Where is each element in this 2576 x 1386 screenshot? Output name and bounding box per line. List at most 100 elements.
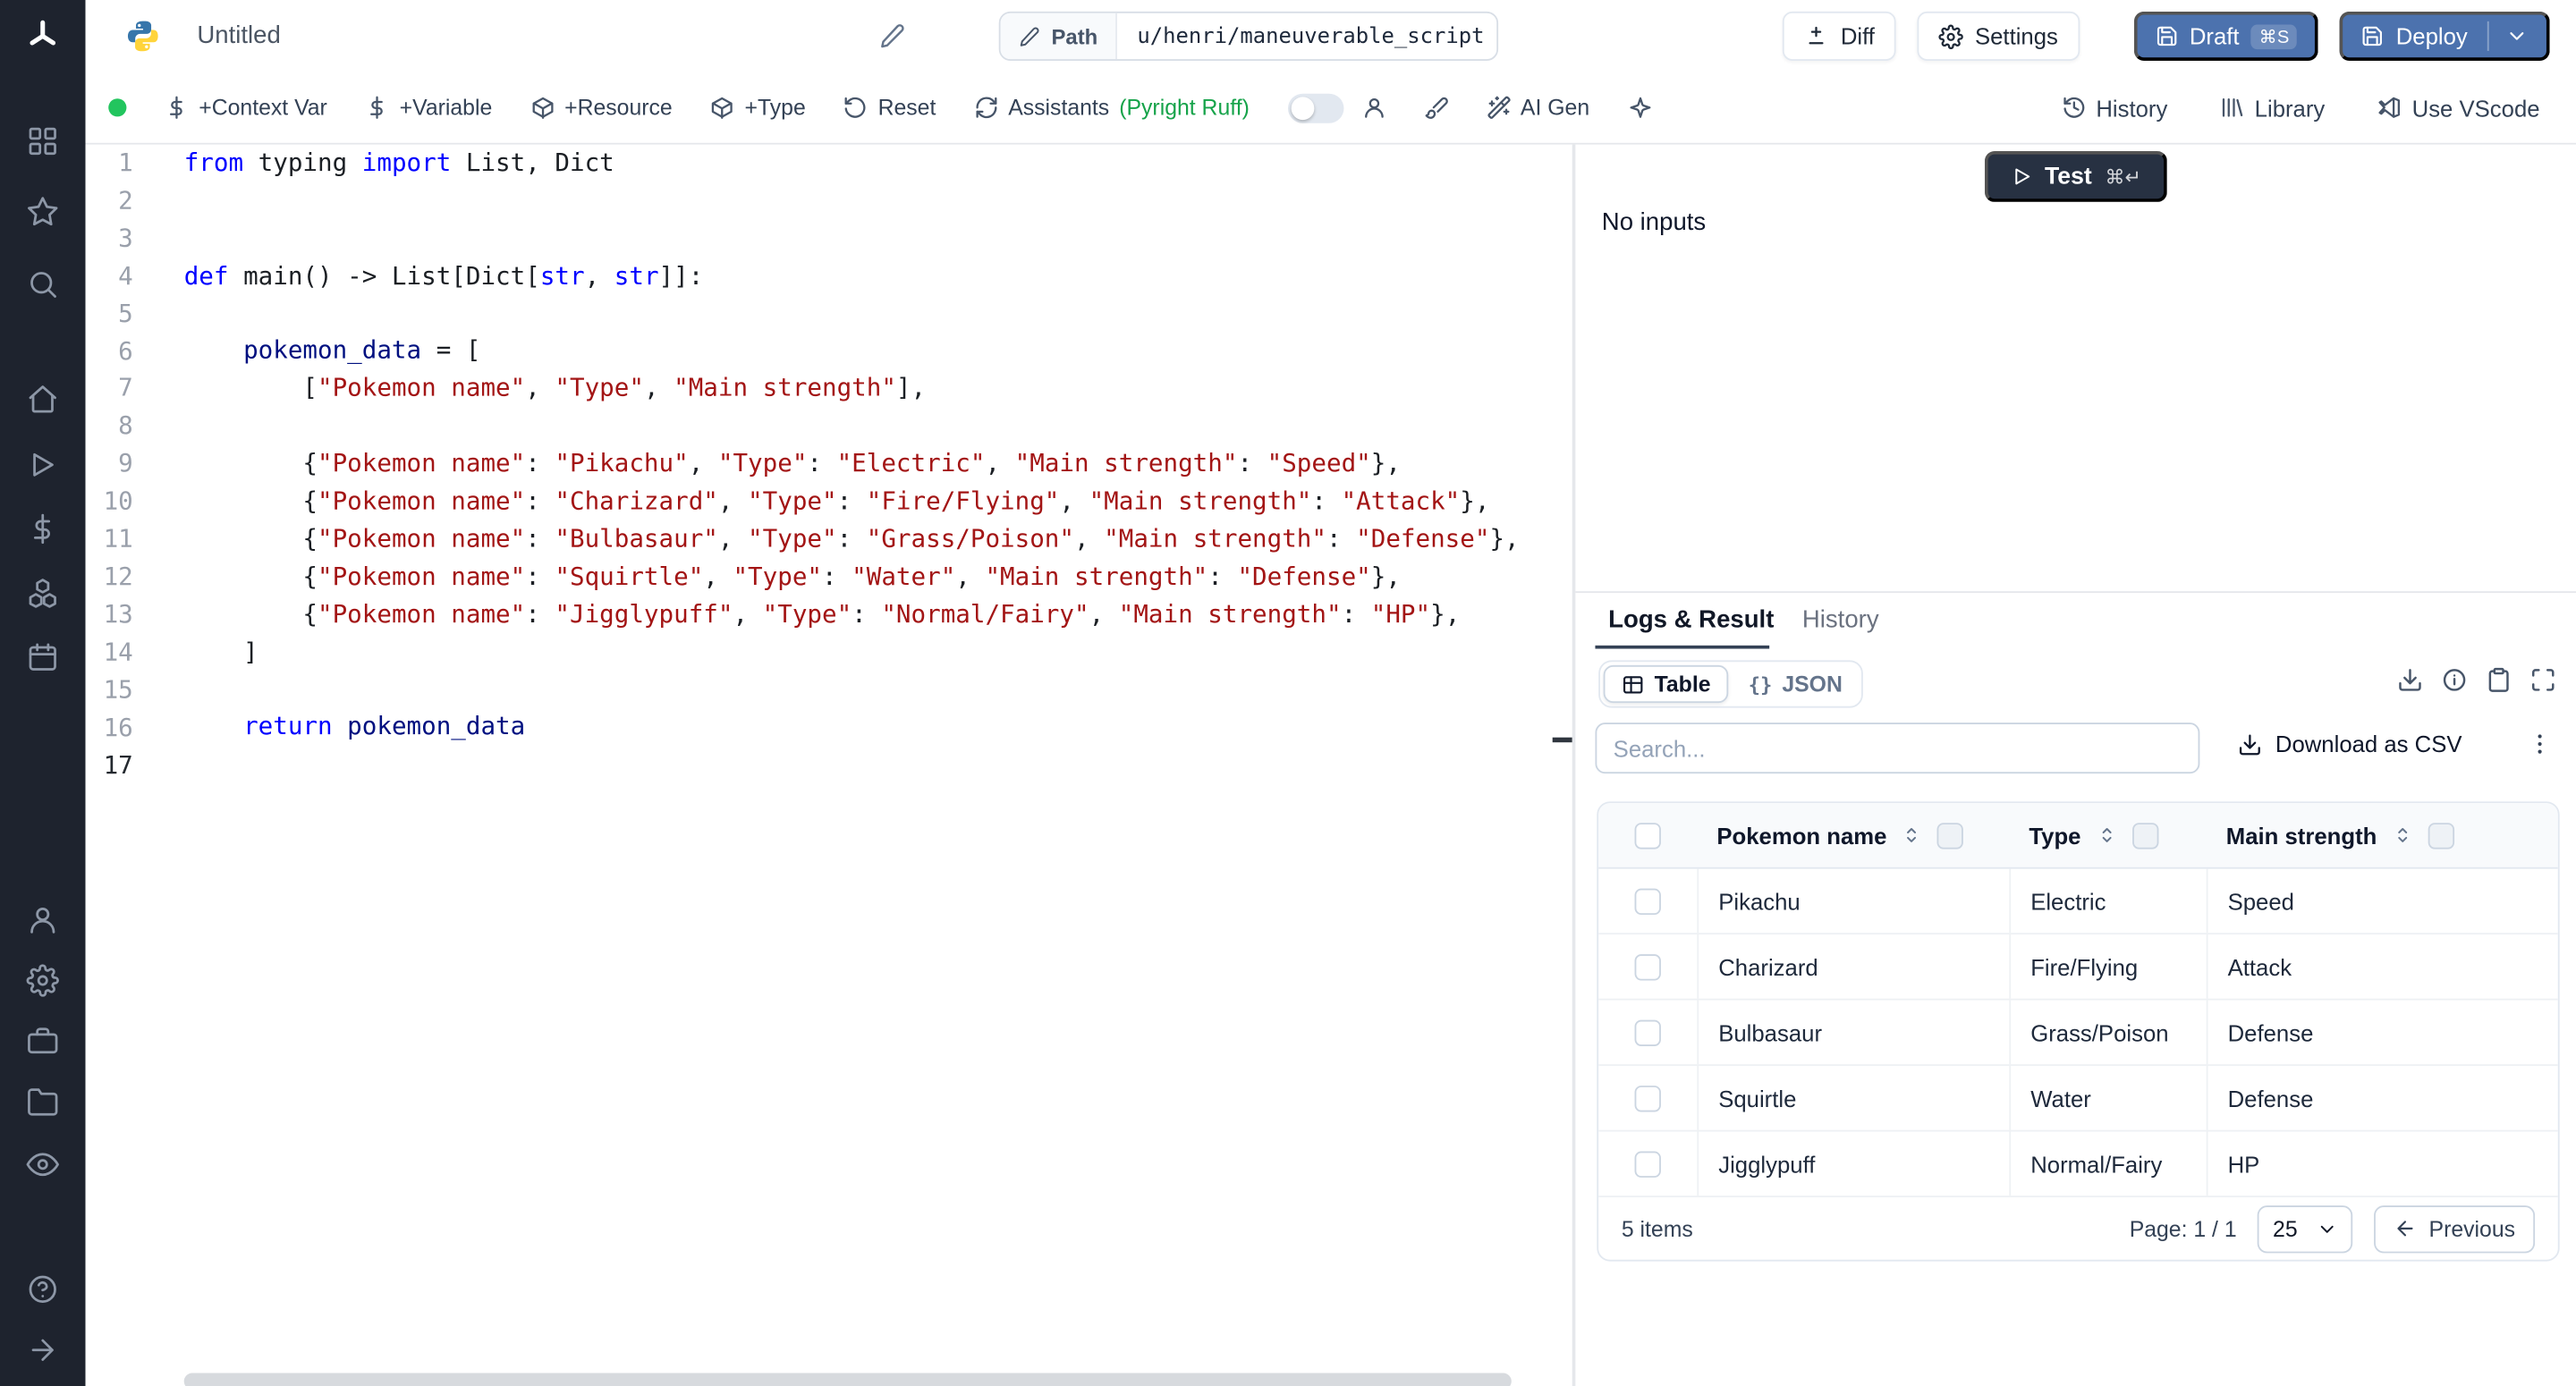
page-size-select[interactable]: 25: [2258, 1204, 2354, 1252]
tab-logs-result[interactable]: Logs & Result: [1608, 606, 1774, 634]
settings-gear-icon[interactable]: [26, 964, 59, 997]
code-line[interactable]: ]: [184, 633, 1572, 671]
editor-horizontal-scrollbar[interactable]: [184, 1373, 1512, 1386]
assistants-button[interactable]: Assistants (Pyright Ruff): [974, 96, 1250, 121]
table-row[interactable]: CharizardFire/FlyingAttack: [1598, 934, 2558, 1000]
row-checkbox[interactable]: [1635, 1085, 1661, 1111]
path-field[interactable]: Path u/henri/maneuverable_script: [999, 12, 1498, 61]
code-line[interactable]: [184, 671, 1572, 708]
row-checkbox[interactable]: [1635, 888, 1661, 914]
select-all-checkbox[interactable]: [1635, 822, 1661, 848]
deploy-button[interactable]: Deploy: [2340, 12, 2549, 61]
runs-play-icon[interactable]: [26, 448, 59, 481]
folders-icon[interactable]: [26, 1086, 59, 1119]
left-sidebar: [0, 0, 86, 1386]
multiplayer-user-icon[interactable]: [1361, 96, 1386, 121]
info-icon[interactable]: [2441, 667, 2467, 693]
column-header-type[interactable]: Type: [2009, 822, 2206, 848]
library-button[interactable]: Library: [2220, 95, 2325, 121]
table-row[interactable]: SquirtleWaterDefense: [1598, 1066, 2558, 1131]
sparkles-icon[interactable]: [1627, 96, 1652, 121]
clipboard-copy-icon[interactable]: [2486, 667, 2512, 693]
edit-summary-pencil-icon[interactable]: [879, 23, 905, 49]
tab-history[interactable]: History: [1802, 606, 1879, 634]
table-row[interactable]: PikachuElectricSpeed: [1598, 869, 2558, 934]
search-icon[interactable]: [26, 267, 59, 300]
expand-arrow-icon[interactable]: [26, 1333, 59, 1366]
add-resource-button[interactable]: +Resource: [530, 96, 673, 121]
table-cell: Electric: [2009, 869, 2206, 934]
expand-icon[interactable]: [2530, 667, 2556, 693]
code-line[interactable]: [184, 408, 1572, 445]
code-line[interactable]: [184, 182, 1572, 220]
code-line[interactable]: {"Pokemon name": "Squirtle", "Type": "Wa…: [184, 558, 1572, 596]
add-variable-button[interactable]: +Variable: [365, 96, 492, 121]
view-table-segment[interactable]: Table: [1604, 665, 1729, 703]
add-type-button[interactable]: +Type: [710, 96, 806, 121]
add-context-var-button[interactable]: +Context Var: [165, 96, 327, 121]
sort-icon[interactable]: [1902, 824, 1923, 846]
reset-button[interactable]: Reset: [843, 96, 936, 121]
column-header-main-strength[interactable]: Main strength: [2207, 822, 2558, 848]
apps-grid-icon[interactable]: [26, 125, 59, 158]
path-value[interactable]: u/henri/maneuverable_script: [1117, 13, 1498, 59]
braces-icon: {}: [1749, 672, 1773, 696]
settings-button[interactable]: Settings: [1918, 12, 2080, 61]
column-filter-checkbox[interactable]: [2428, 822, 2453, 848]
use-vscode-button[interactable]: Use VScode: [2377, 95, 2540, 121]
resources-boxes-icon[interactable]: [26, 577, 59, 610]
code-editor[interactable]: 1234567891011121314151617 from typing im…: [86, 145, 1572, 1386]
code-line[interactable]: {"Pokemon name": "Bulbasaur", "Type": "G…: [184, 520, 1572, 558]
favorites-star-icon[interactable]: [26, 196, 59, 229]
kebab-menu-icon[interactable]: [2527, 731, 2553, 756]
download-csv-button[interactable]: Download as CSV: [2238, 731, 2462, 756]
ai-gen-button[interactable]: AI Gen: [1486, 96, 1589, 121]
history-label: History: [2096, 95, 2167, 121]
code-line[interactable]: ["Pokemon name", "Type", "Main strength"…: [184, 370, 1572, 408]
column-filter-checkbox[interactable]: [2131, 822, 2157, 848]
view-table-label: Table: [1655, 672, 1711, 697]
chevron-down-icon[interactable]: [2505, 25, 2529, 48]
code-line[interactable]: [184, 220, 1572, 258]
history-button[interactable]: History: [2062, 95, 2168, 121]
format-brush-icon[interactable]: [1424, 96, 1449, 121]
diff-button[interactable]: Diff: [1784, 12, 1896, 61]
view-json-segment[interactable]: {} JSON: [1732, 667, 1859, 702]
editor-code[interactable]: from typing import List, Dict def main() …: [184, 145, 1572, 784]
settings-gear-icon: [1939, 24, 1964, 49]
schedules-calendar-icon[interactable]: [26, 640, 59, 673]
column-filter-checkbox[interactable]: [1937, 822, 1963, 848]
audit-eye-icon[interactable]: [26, 1148, 59, 1181]
column-header-pokemon-name[interactable]: Pokemon name: [1697, 822, 2009, 848]
table-row[interactable]: BulbasaurGrass/PoisonDefense: [1598, 1001, 2558, 1066]
code-line[interactable]: {"Pokemon name": "Charizard", "Type": "F…: [184, 483, 1572, 520]
assistant-toggle[interactable]: [1287, 93, 1343, 123]
download-icon[interactable]: [2397, 667, 2423, 693]
row-checkbox[interactable]: [1635, 1019, 1661, 1045]
code-line[interactable]: from typing import List, Dict: [184, 145, 1572, 182]
user-icon[interactable]: [26, 903, 59, 936]
workers-briefcase-icon[interactable]: [26, 1025, 59, 1058]
draft-button[interactable]: Draft ⌘S: [2133, 12, 2318, 61]
splitter-handle[interactable]: [1553, 738, 1572, 743]
previous-page-button[interactable]: Previous: [2375, 1204, 2535, 1252]
code-line[interactable]: {"Pokemon name": "Pikachu", "Type": "Ele…: [184, 445, 1572, 483]
row-checkbox[interactable]: [1635, 1151, 1661, 1177]
test-button[interactable]: Test ⌘↵: [1984, 151, 2167, 202]
home-icon[interactable]: [26, 383, 59, 416]
help-icon[interactable]: [26, 1272, 59, 1306]
code-line[interactable]: [184, 746, 1572, 783]
windmill-logo-icon[interactable]: [25, 18, 61, 54]
sort-icon[interactable]: [2096, 824, 2117, 846]
variables-dollar-icon[interactable]: [26, 512, 59, 545]
code-line[interactable]: return pokemon_data: [184, 708, 1572, 746]
code-line[interactable]: [184, 295, 1572, 333]
code-line[interactable]: pokemon_data = [: [184, 333, 1572, 370]
search-input[interactable]: [1595, 723, 2199, 773]
code-line[interactable]: {"Pokemon name": "Jigglypuff", "Type": "…: [184, 596, 1572, 633]
sort-icon[interactable]: [2392, 824, 2413, 846]
code-line[interactable]: def main() -> List[Dict[str, str]]:: [184, 258, 1572, 295]
row-checkbox[interactable]: [1635, 953, 1661, 979]
column-label: Main strength: [2226, 822, 2377, 848]
table-row[interactable]: JigglypuffNormal/FairyHP: [1598, 1132, 2558, 1197]
